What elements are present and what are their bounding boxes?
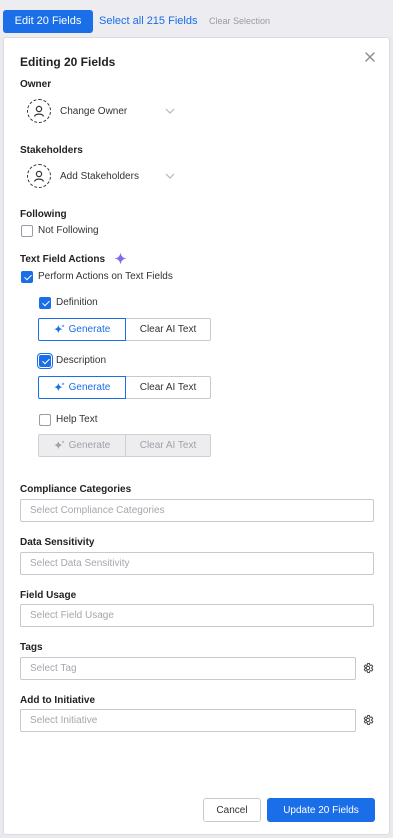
gear-icon[interactable] [362, 662, 374, 674]
description-clear-ai-button[interactable]: Clear AI Text [126, 376, 211, 399]
usage-label: Field Usage [20, 590, 77, 601]
change-owner-label: Change Owner [60, 105, 128, 117]
add-stakeholders-label: Add Stakeholders [60, 170, 139, 182]
add-stakeholders-select[interactable]: Add Stakeholders [27, 164, 139, 188]
initiative-select[interactable]: Select Initiative [20, 709, 356, 732]
clear-selection-link[interactable]: Clear Selection [209, 16, 270, 26]
help-text-clear-ai-button[interactable]: Clear AI Text [126, 434, 211, 457]
chevron-down-icon[interactable] [165, 108, 175, 114]
cancel-button[interactable]: Cancel [203, 798, 261, 822]
help-text-label: Help Text [56, 414, 98, 425]
generate-label: Generate [68, 382, 111, 393]
edit-fields-button[interactable]: Edit 20 Fields [3, 10, 93, 33]
following-label: Following [20, 209, 67, 220]
owner-label: Owner [20, 79, 52, 90]
definition-generate-button[interactable]: Generate [38, 318, 126, 341]
not-following-label: Not Following [38, 225, 99, 236]
user-icon [27, 164, 51, 188]
description-checkbox[interactable] [37, 353, 53, 369]
description-generate-button[interactable]: Generate [38, 376, 126, 399]
close-icon[interactable] [363, 50, 377, 64]
help-text-checkbox[interactable] [39, 414, 51, 426]
help-text-generate-button[interactable]: Generate [38, 434, 126, 457]
generate-label: Generate [68, 440, 111, 451]
tags-select[interactable]: Select Tag [20, 657, 356, 680]
change-owner-select[interactable]: Change Owner [27, 99, 127, 123]
not-following-checkbox[interactable] [21, 225, 33, 237]
description-ai-actions: Generate Clear AI Text [38, 376, 211, 399]
chevron-down-icon[interactable] [165, 173, 175, 179]
sensitivity-select[interactable]: Select Data Sensitivity [20, 552, 374, 575]
edit-fields-panel: Editing 20 Fields Owner Change Owner Sta… [3, 37, 390, 835]
sparkle-icon [53, 382, 65, 392]
sparkle-icon [53, 440, 65, 450]
compliance-select[interactable]: Select Compliance Categories [20, 499, 374, 522]
definition-clear-ai-button[interactable]: Clear AI Text [126, 318, 211, 341]
definition-ai-actions: Generate Clear AI Text [38, 318, 211, 341]
selection-bar: Edit 20 Fields Select all 215 Fields Cle… [0, 0, 393, 37]
panel-title: Editing 20 Fields [20, 55, 116, 69]
sparkle-icon [53, 324, 65, 334]
definition-checkbox[interactable] [39, 297, 51, 309]
perform-actions-checkbox[interactable] [21, 271, 33, 283]
help-text-ai-actions: Generate Clear AI Text [38, 434, 211, 457]
update-fields-button[interactable]: Update 20 Fields [267, 798, 375, 822]
user-icon [27, 99, 51, 123]
usage-select[interactable]: Select Field Usage [20, 604, 374, 627]
description-label: Description [56, 355, 107, 366]
definition-label: Definition [56, 297, 98, 308]
initiative-label: Add to Initiative [20, 695, 95, 706]
tags-label: Tags [20, 642, 43, 653]
perform-actions-label: Perform Actions on Text Fields [38, 271, 173, 282]
gear-icon[interactable] [362, 714, 374, 726]
sparkle-icon [114, 252, 127, 265]
text-field-actions-label: Text Field Actions [20, 254, 106, 265]
compliance-label: Compliance Categories [20, 484, 132, 495]
stakeholders-label: Stakeholders [20, 145, 83, 156]
generate-label: Generate [68, 324, 111, 335]
sensitivity-label: Data Sensitivity [20, 537, 95, 548]
select-all-link[interactable]: Select all 215 Fields [99, 15, 197, 27]
